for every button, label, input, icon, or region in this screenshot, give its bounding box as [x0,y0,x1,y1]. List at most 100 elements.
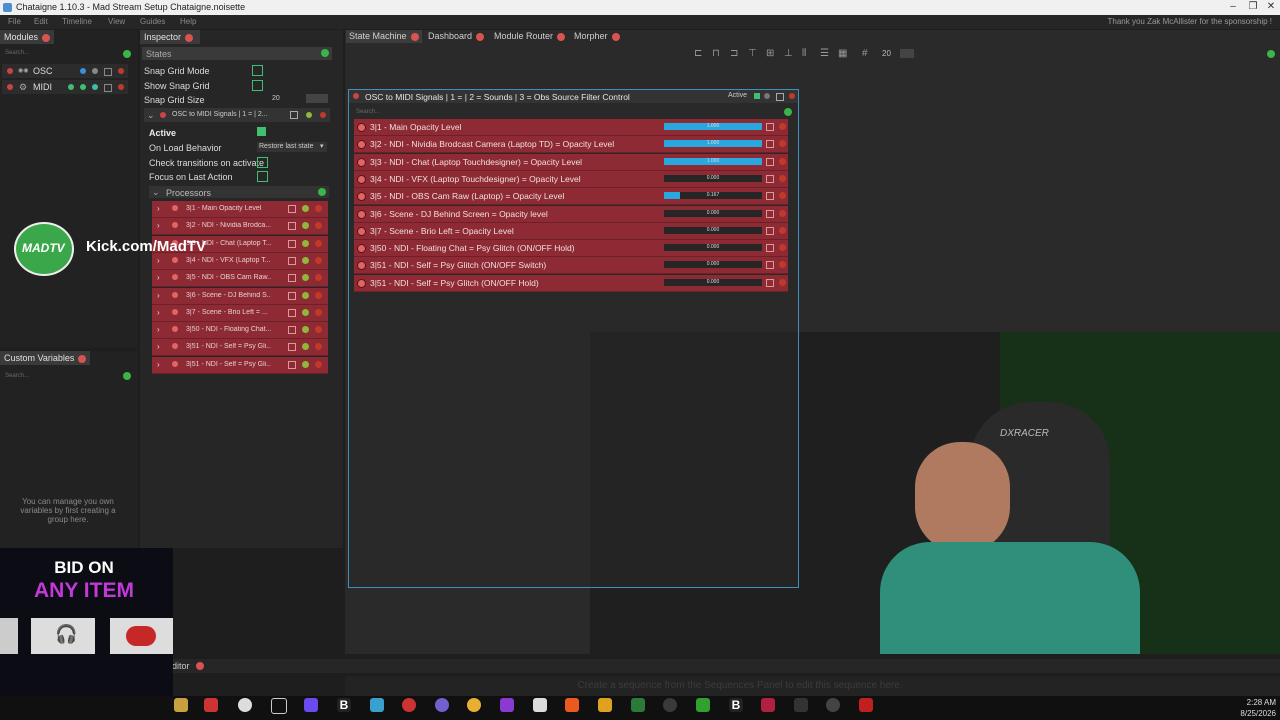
chevron-right-icon[interactable]: › [157,291,160,300]
close-icon[interactable] [557,32,566,41]
value-slider[interactable]: 0.000 [664,174,762,182]
chevron-right-icon[interactable]: › [157,308,160,317]
custom-variables-search-input[interactable]: Search... [5,373,29,379]
remove-icon[interactable] [779,174,786,182]
power-icon[interactable] [172,256,178,263]
show-snap-grid-checkbox[interactable] [252,80,263,91]
remove-icon[interactable] [789,93,795,99]
module-item-midi[interactable]: ⚙ MIDI [2,80,128,94]
processor-row[interactable]: › 3|6 - Scene - DJ Behind S... [152,287,328,305]
mail-app-icon[interactable] [859,698,873,712]
power-icon[interactable] [7,84,13,90]
maximize-icon[interactable]: ❐ [1246,1,1260,13]
remove-icon[interactable] [315,308,322,316]
diamond-app-icon[interactable] [370,698,384,712]
value-slider[interactable]: 1.000 [664,140,762,148]
grid-app-icon[interactable] [304,698,318,712]
close-icon[interactable] [196,662,204,670]
processor-checkbox[interactable] [288,308,296,317]
system-clock[interactable]: 2:28 AM 8/25/2026 [1236,697,1276,719]
action-row[interactable]: 3|2 - NDI - Nividia Brodcast Camera (Lap… [354,136,788,154]
processor-checkbox[interactable] [288,256,296,265]
align-top-icon[interactable]: ⊤ [748,48,757,59]
action-row[interactable]: 3|51 - NDI - Self = Psy Glitch (ON/OFF H… [354,274,788,292]
red-app-icon[interactable] [761,698,775,712]
discord-icon[interactable] [435,698,449,712]
module-checkbox[interactable] [104,68,112,76]
tab-dashboard[interactable]: Dashboard [425,30,487,43]
action-row[interactable]: 3|4 - NDI - VFX (Laptop Touchdesigner) =… [354,170,788,188]
action-row[interactable]: 3|3 - NDI - Chat (Laptop Touchdesigner) … [354,153,788,171]
remove-icon[interactable] [315,291,322,299]
menu-file[interactable]: File [8,17,21,26]
module-item-osc[interactable]: ◉◉ OSC [2,64,128,78]
value-slider[interactable]: 0.000 [664,226,762,234]
menu-edit[interactable]: Edit [34,17,48,26]
power-icon[interactable] [172,274,178,281]
processor-row[interactable]: › 3|51 - NDI - Self = Psy Gli... [152,356,328,374]
value-slider[interactable]: 1.000 [664,123,762,130]
osc-app-icon[interactable] [826,698,840,712]
state-active-checkbox[interactable] [754,93,760,99]
align-right-icon[interactable]: ⊐ [730,48,738,59]
modules-search-input[interactable]: Search... [5,50,29,56]
processor-row[interactable]: › 3|5 - NDI - OBS Cam Raw... [152,270,328,288]
chevron-right-icon[interactable]: › [157,325,160,334]
active-checkbox[interactable] [257,127,266,136]
menu-help[interactable]: Help [180,17,196,26]
action-checkbox[interactable] [766,278,774,287]
modules-tab[interactable]: Modules [0,30,54,44]
power-icon[interactable] [172,308,178,315]
power-icon[interactable] [357,209,366,219]
remove-icon[interactable] [315,326,322,334]
focus-last-action-checkbox[interactable] [257,171,268,182]
chrome-icon[interactable] [467,698,481,712]
value-slider[interactable]: 1.000 [664,157,762,165]
close-icon[interactable] [78,354,87,363]
close-icon[interactable] [476,32,485,41]
action-checkbox[interactable] [766,209,774,218]
purple-app-icon[interactable] [500,698,514,712]
bold-b-icon[interactable]: B [729,698,743,712]
remove-icon[interactable] [320,112,326,118]
remove-icon[interactable] [779,209,786,217]
voicemeeter-icon[interactable] [204,698,218,712]
add-icon[interactable] [302,274,309,282]
remove-icon[interactable] [779,261,786,269]
distribute-h-icon[interactable]: ⫴ [802,48,806,59]
x-app-icon[interactable] [271,698,287,714]
close-icon[interactable] [185,33,194,42]
power-icon[interactable] [7,68,13,74]
add-icon[interactable] [302,326,309,334]
add-icon[interactable] [302,360,309,368]
snap-grid-size-value[interactable]: 20 [272,95,280,102]
add-icon[interactable] [302,205,309,212]
power-icon[interactable] [357,226,366,236]
power-icon[interactable] [357,244,366,254]
value-slider[interactable]: 0.000 [664,244,762,252]
remove-icon[interactable] [118,84,124,90]
state-checkbox[interactable] [776,93,784,101]
power-icon[interactable] [160,112,166,118]
chevron-down-icon[interactable]: ⌄ [152,187,160,198]
processor-row[interactable]: › 3|7 - Scene - Brio Left = ... [152,304,328,322]
remove-icon[interactable] [315,360,322,368]
menu-timeline[interactable]: Timeline [62,17,92,26]
tab-module-router[interactable]: Module Router [491,30,568,43]
action-checkbox[interactable] [766,192,774,201]
remove-icon[interactable] [315,274,322,282]
remove-icon[interactable] [315,256,322,264]
power-icon[interactable] [172,326,178,333]
state-node-search-input[interactable]: Search... [356,109,380,115]
show-grid-icon[interactable]: # [862,48,868,59]
align-middle-icon[interactable]: ⊞ [766,48,774,59]
processor-checkbox[interactable] [288,222,296,231]
action-checkbox[interactable] [766,174,774,183]
minimize-icon[interactable] [764,93,770,99]
grid-size-stepper[interactable] [900,49,914,58]
chevron-right-icon[interactable]: › [157,273,160,282]
value-slider[interactable]: 0.167 [664,192,762,200]
window-app-icon[interactable] [794,698,808,712]
remove-icon[interactable] [779,226,786,234]
processor-row[interactable]: › 3|50 - NDI - Floating Chat... [152,322,328,340]
